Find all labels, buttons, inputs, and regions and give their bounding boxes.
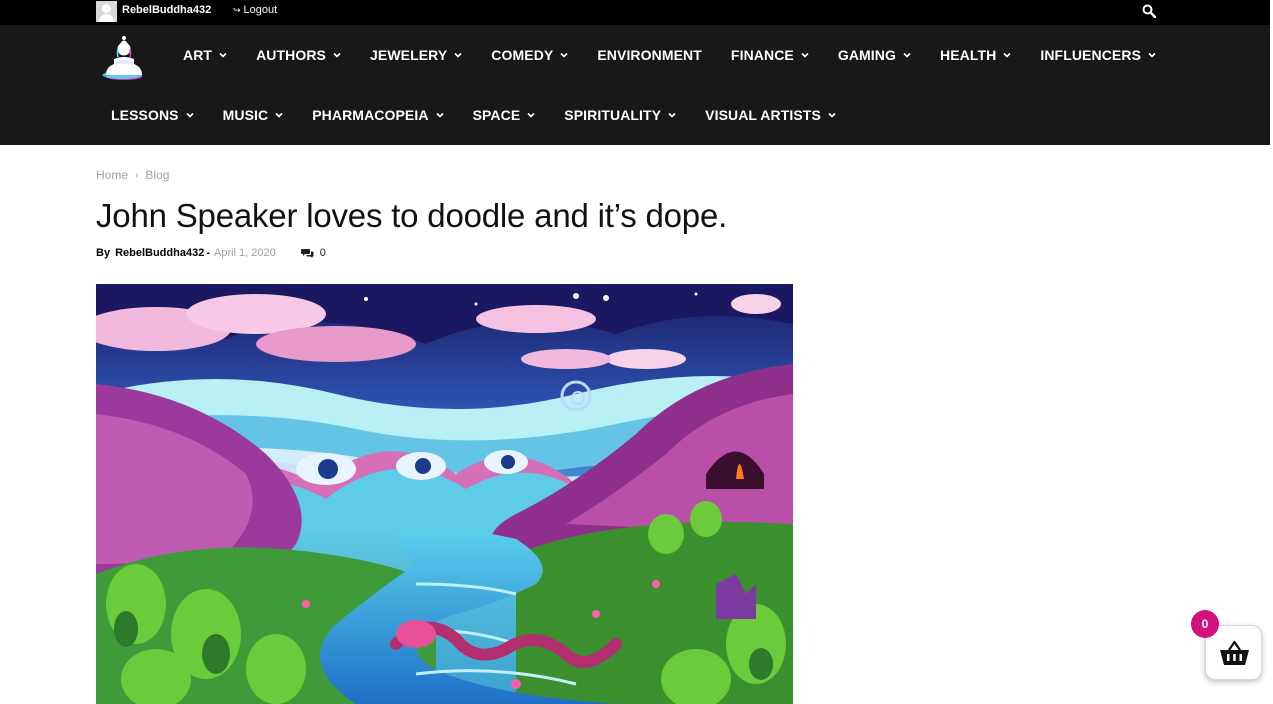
logout-link[interactable]: ↪ Logout — [233, 4, 277, 16]
basket-icon — [1220, 640, 1249, 665]
chevron-down-icon — [275, 112, 283, 118]
chevron-down-icon — [219, 52, 227, 58]
nav-item-label: PHARMACOPEIA — [312, 107, 429, 123]
nav-item-authors[interactable]: AUTHORS — [241, 47, 355, 63]
nav-item-jewelery[interactable]: JEWELERY — [355, 47, 476, 63]
nav-item-environment[interactable]: ENVIRONMENT — [582, 47, 716, 63]
nav-item-label: GAMING — [837, 47, 896, 63]
article-title: John Speaker loves to doodle and it’s do… — [96, 197, 728, 234]
chevron-down-icon — [186, 112, 194, 118]
nav-item-visual-artists[interactable]: VISUAL ARTISTS — [690, 107, 850, 123]
nav-item-health[interactable]: HEALTH — [925, 47, 1025, 63]
chevron-down-icon — [560, 52, 568, 58]
article-date: April 1, 2020 — [213, 247, 276, 259]
cart-count-badge: 0 — [1191, 610, 1219, 638]
breadcrumb-blog[interactable]: Blog — [145, 168, 169, 182]
nav-item-label: ART — [183, 47, 213, 63]
nav-item-label: COMEDY — [491, 47, 554, 63]
nav-item-music[interactable]: MUSIC — [208, 107, 298, 123]
comment-count: 0 — [319, 247, 326, 259]
nav-item-influencers[interactable]: INFLUENCERS — [1025, 47, 1170, 63]
nav-item-comedy[interactable]: COMEDY — [476, 47, 582, 63]
buddha-logo-icon[interactable] — [100, 33, 148, 81]
chevron-down-icon — [333, 52, 341, 58]
top-bar: RebelBuddha432 ↪ Logout — [0, 0, 1270, 25]
logout-label: Logout — [243, 4, 278, 16]
nav-item-label: LESSONS — [111, 107, 179, 123]
chevron-down-icon — [903, 52, 911, 58]
chevron-down-icon — [454, 52, 462, 58]
nav-item-label: HEALTH — [940, 47, 997, 63]
search-icon[interactable] — [1142, 4, 1156, 18]
chevron-down-icon — [1003, 52, 1011, 58]
nav-item-label: VISUAL ARTISTS — [705, 107, 821, 123]
comments-link[interactable]: 0 — [300, 247, 326, 259]
nav-item-label: SPACE — [472, 107, 521, 123]
comments-icon — [300, 249, 314, 258]
article-meta: By RebelBuddha432 - April 1, 2020 0 — [96, 247, 326, 259]
nav-item-label: JEWELERY — [370, 47, 448, 63]
chevron-down-icon — [828, 112, 836, 118]
username-link[interactable]: RebelBuddha432 — [122, 4, 211, 16]
nav-item-label: SPIRITUALITY — [564, 107, 662, 123]
chevron-down-icon — [668, 112, 676, 118]
main-navigation: ART AUTHORS JEWELERY COMEDY ENVIRONMENT FINAN… — [0, 25, 1270, 145]
nav-item-finance[interactable]: FINANCE — [716, 47, 823, 63]
user-avatar[interactable] — [96, 1, 117, 22]
chevron-down-icon — [435, 112, 444, 118]
nav-item-gaming[interactable]: GAMING — [823, 47, 925, 63]
nav-item-pharmacopeia[interactable]: PHARMACOPEIA — [297, 107, 457, 123]
breadcrumb-home[interactable]: Home — [96, 168, 128, 182]
chevron-down-icon — [801, 52, 809, 58]
nav-item-label: FINANCE — [730, 47, 794, 63]
nav-item-label: AUTHORS — [256, 47, 326, 63]
breadcrumb: Home › Blog — [96, 168, 169, 182]
chevron-down-icon — [1148, 52, 1156, 58]
nav-item-art[interactable]: ART — [168, 47, 241, 63]
nav-item-space[interactable]: SPACE — [458, 107, 550, 123]
author-link[interactable]: RebelBuddha432 — [115, 247, 204, 259]
nav-row-secondary: LESSONS MUSIC PHARMACOPEIA SPACE SPIRITUALIT… — [96, 105, 850, 125]
byline-dash: - — [206, 247, 210, 259]
nav-item-label: INFLUENCERS — [1040, 47, 1142, 63]
nav-item-lessons[interactable]: LESSONS — [96, 107, 208, 123]
byline-prefix: By — [96, 247, 111, 259]
nav-item-label: ENVIRONMENT — [597, 47, 702, 63]
sign-out-icon: ↪ — [233, 4, 241, 15]
featured-image[interactable] — [96, 284, 793, 704]
nav-item-spirituality[interactable]: SPIRITUALITY — [549, 107, 690, 123]
nav-item-label: MUSIC — [222, 107, 269, 123]
breadcrumb-separator: › — [135, 169, 139, 181]
chevron-down-icon — [527, 112, 535, 118]
nav-row-primary: ART AUTHORS JEWELERY COMEDY ENVIRONMENT FINAN… — [168, 45, 1170, 65]
